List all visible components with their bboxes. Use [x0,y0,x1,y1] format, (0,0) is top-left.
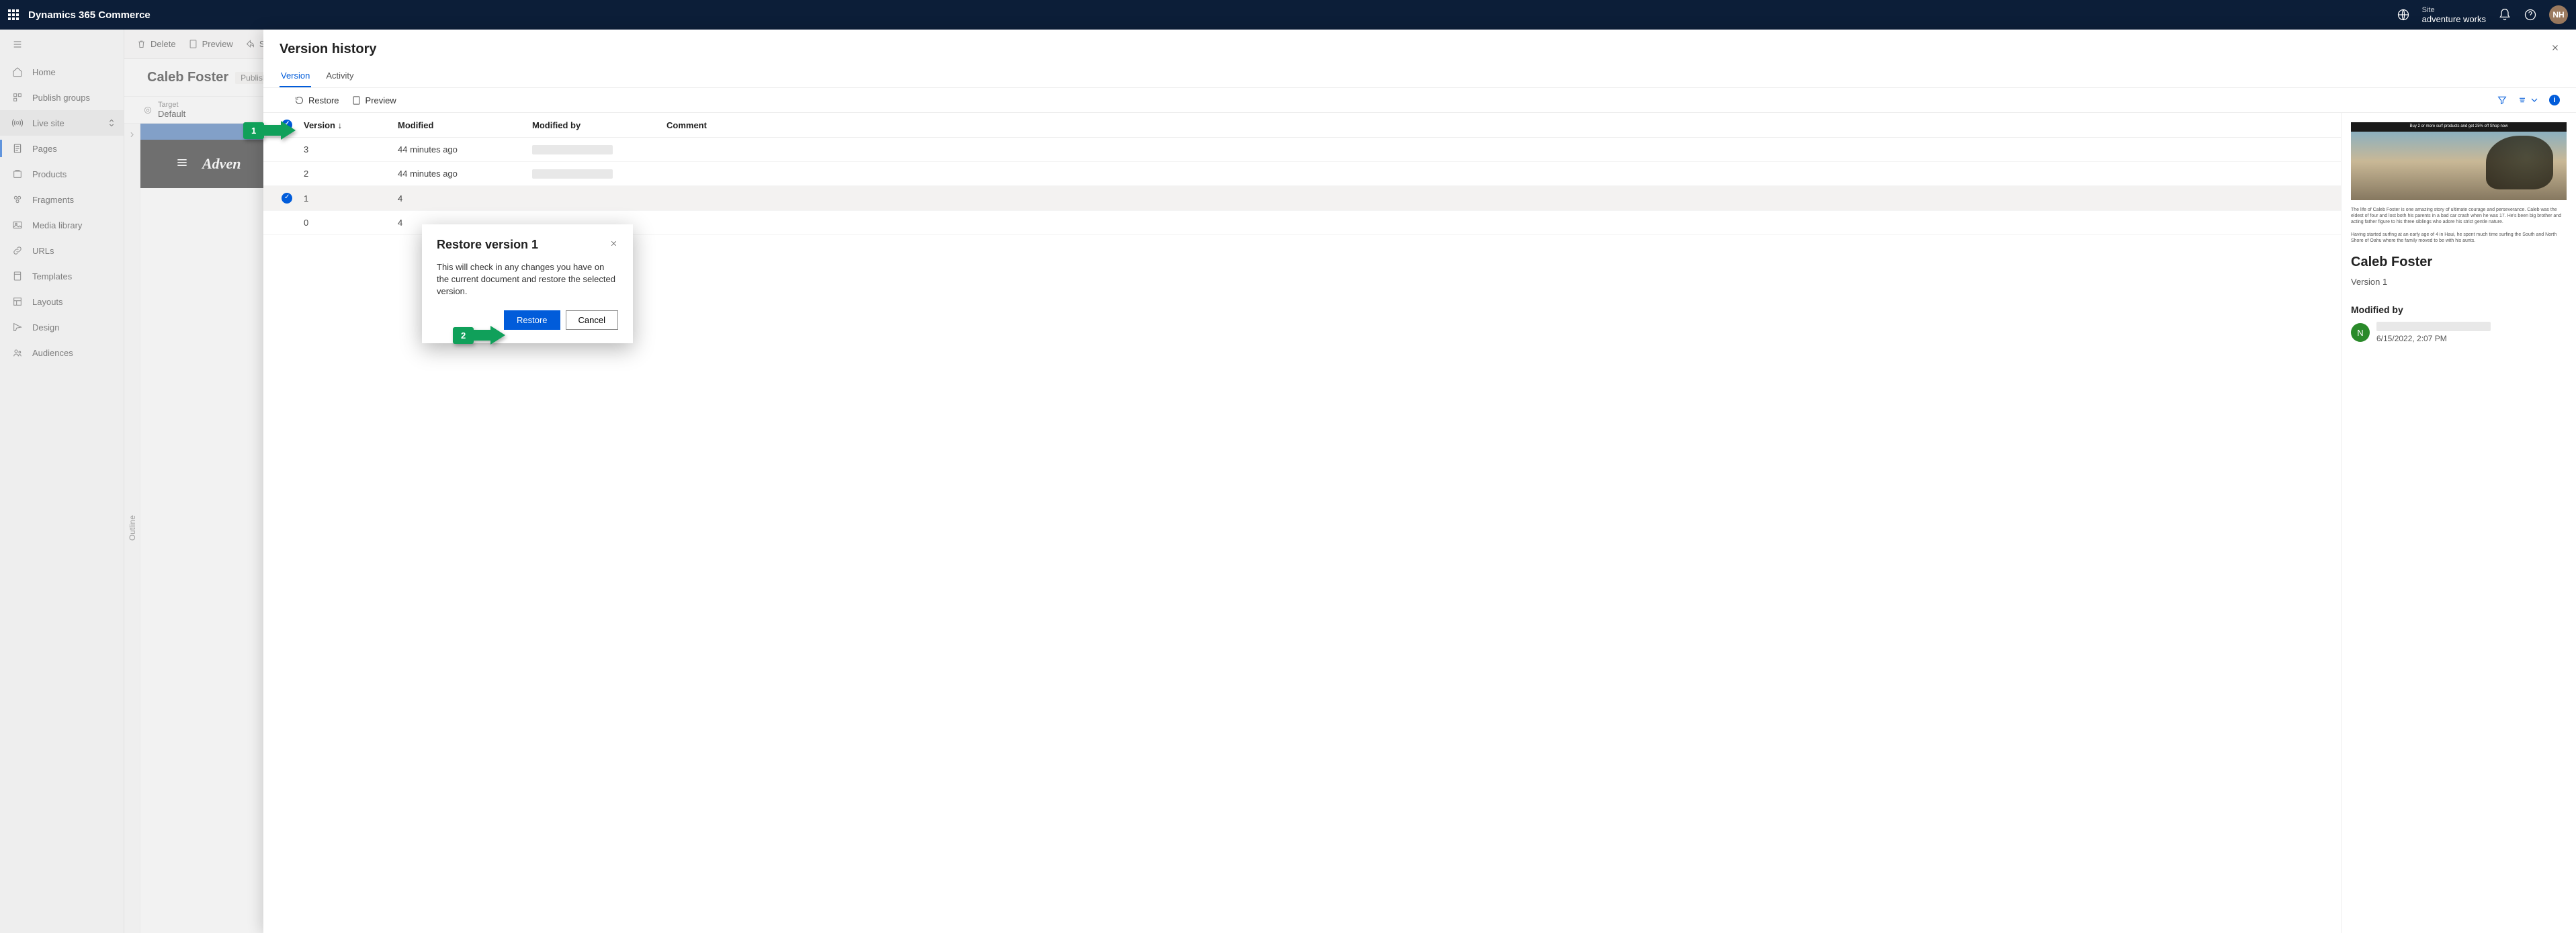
version-history-panel: Version history Version Activity Restore… [263,30,2576,933]
redacted-user [2376,322,2491,331]
globe-icon[interactable] [2397,8,2410,21]
top-bar: Dynamics 365 Commerce Site adventure wor… [0,0,2576,30]
restore-button[interactable]: Restore [504,310,560,330]
row-checkbox[interactable] [282,193,292,204]
table-row[interactable]: 244 minutes ago [263,162,2341,186]
bell-icon[interactable] [2498,8,2511,21]
redacted-user [532,169,613,179]
user-avatar[interactable]: NH [2549,5,2568,24]
version-detail-pane: Buy 2 or more surf products and get 25% … [2341,113,2576,933]
table-header: Version ↓ Modified Modified by Comment [263,113,2341,138]
version-thumbnail: Buy 2 or more surf products and get 25% … [2351,122,2567,200]
detail-title: Caleb Foster [2351,255,2567,270]
detail-modified-by-label: Modified by [2351,304,2567,315]
user-avatar-small: N [2351,323,2370,342]
col-modified[interactable]: Modified [398,120,532,130]
dialog-body: This will check in any changes you have … [437,261,618,298]
info-icon[interactable]: i [2549,95,2560,105]
dialog-title: Restore version 1 [437,238,538,252]
callout-1: 1 [243,121,296,140]
sort-icon[interactable] [2517,95,2540,105]
redacted-user [532,145,613,154]
restore-button-toolbar[interactable]: Restore [280,95,339,105]
col-version[interactable]: Version ↓ [304,120,398,130]
col-modified-by[interactable]: Modified by [532,120,667,130]
tab-version[interactable]: Version [280,65,311,87]
col-comment[interactable]: Comment [667,120,2334,130]
site-switcher[interactable]: Site adventure works [2422,6,2486,24]
table-row[interactable]: 344 minutes ago [263,138,2341,162]
detail-date: 6/15/2022, 2:07 PM [2376,334,2491,343]
app-launcher-icon[interactable] [8,9,19,20]
detail-version-label: Version 1 [2351,277,2567,287]
filter-icon[interactable] [2497,95,2507,105]
preview-button-toolbar[interactable]: Preview [351,95,396,105]
cancel-button[interactable]: Cancel [566,310,618,330]
app-name: Dynamics 365 Commerce [28,9,151,21]
panel-title: Version history [280,42,377,57]
close-icon[interactable] [609,239,618,251]
table-row[interactable]: 14 [263,186,2341,211]
tab-activity[interactable]: Activity [325,65,355,87]
callout-2: 2 [453,326,505,345]
help-icon[interactable] [2524,8,2537,21]
close-icon[interactable] [2550,43,2560,56]
